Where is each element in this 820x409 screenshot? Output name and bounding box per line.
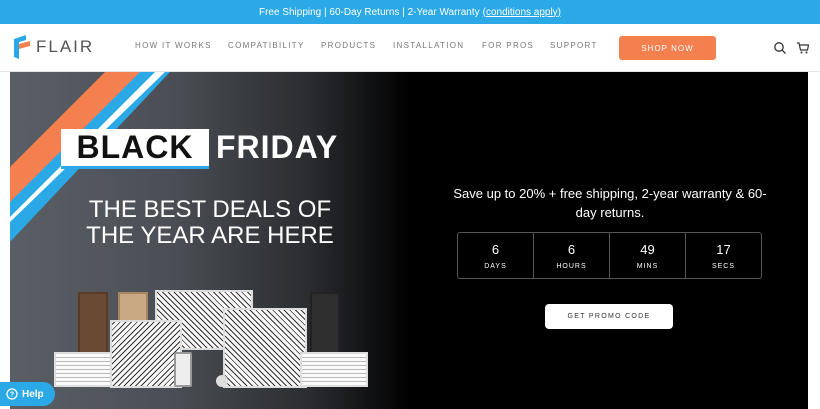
countdown-hours: 6 HOURS [534, 233, 610, 278]
headline-line-2: THE YEAR ARE HERE [86, 222, 334, 249]
nav-how-it-works[interactable]: HOW IT WORKS [135, 41, 228, 50]
countdown-secs: 17 SECS [686, 233, 761, 278]
hero-image-panel: BLACK FRIDAY THE BEST DEALS OF THE YEAR … [10, 72, 410, 409]
conditions-link[interactable]: (conditions apply) [483, 7, 561, 18]
countdown-value: 49 [640, 241, 655, 257]
nav-support[interactable]: SUPPORT [550, 41, 600, 50]
countdown-value: 6 [567, 241, 576, 257]
help-icon: ? [6, 388, 18, 400]
nav-compatibility[interactable]: COMPATIBILITY [228, 41, 321, 50]
get-promo-code-button[interactable]: GET PROMO CODE [545, 304, 673, 329]
announcement-bar: Free Shipping | 60-Day Returns | 2-Year … [0, 0, 820, 24]
help-button[interactable]: ? Help [0, 382, 55, 406]
black-word: BLACK [76, 129, 194, 165]
black-friday-badge: BLACK [61, 129, 209, 166]
countdown-unit: DAYS [484, 262, 507, 270]
logo-text: FLAIR [36, 37, 95, 56]
countdown-value: 6 [491, 241, 500, 257]
countdown-unit: SECS [711, 262, 736, 270]
main-nav: HOW IT WORKS COMPATIBILITY PRODUCTS INST… [135, 41, 600, 50]
countdown-value: 17 [716, 241, 731, 257]
countdown-unit: HOURS [556, 262, 587, 270]
friday-word: FRIDAY [216, 129, 339, 165]
help-label: Help [22, 388, 44, 400]
headline-line-1: THE BEST DEALS OF [88, 196, 332, 223]
search-icon[interactable] [773, 41, 787, 55]
nav-for-pros[interactable]: FOR PROS [482, 41, 550, 50]
nav-installation[interactable]: INSTALLATION [393, 41, 482, 50]
flair-logo[interactable]: FLAIR [12, 35, 94, 59]
promo-description: Save up to 20% + free shipping, 2-year w… [453, 186, 767, 220]
site-header: FLAIR HOW IT WORKS COMPATIBILITY PRODUCT… [0, 24, 820, 72]
countdown-timer: 6 DAYS 6 HOURS 49 MINS 17 SECS [457, 232, 762, 279]
badge-underline [61, 166, 209, 169]
nav-products[interactable]: PRODUCTS [321, 41, 393, 50]
countdown-days: 6 DAYS [458, 233, 534, 278]
shop-now-button[interactable]: SHOP NOW [619, 36, 716, 60]
countdown-mins: 49 MINS [610, 233, 686, 278]
announcement-text: Free Shipping | 60-Day Returns | 2-Year … [258, 6, 480, 18]
hero-banner: BLACK FRIDAY THE BEST DEALS OF THE YEAR … [10, 72, 808, 409]
cart-icon[interactable] [796, 41, 810, 55]
svg-text:?: ? [10, 392, 14, 399]
hero-headline: THE BEST DEALS OF THE YEAR ARE HERE [80, 197, 340, 249]
flair-logo-icon [14, 35, 30, 59]
countdown-unit: MINS [636, 262, 659, 270]
